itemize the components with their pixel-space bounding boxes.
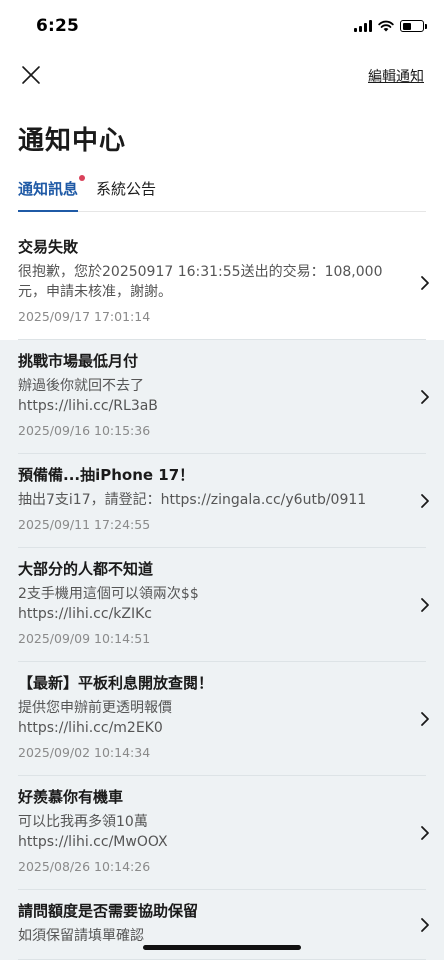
notification-body: 提供您申辦前更透明報價 https://lihi.cc/m2EK0 <box>18 700 172 736</box>
chevron-right-icon <box>420 711 430 727</box>
notification-time: 2025/09/16 10:15:36 <box>18 423 151 438</box>
notification-item[interactable]: 交易失敗很抱歉，您於20250917 16:31:55送出的交易：108,000… <box>0 226 444 340</box>
notification-item[interactable]: 挑戰市場最低月付辦過後你就回不去了 https://lihi.cc/RL3aB 2… <box>0 340 444 454</box>
notification-body: 可以比我再多領10萬 https://lihi.cc/MwOOX <box>18 814 168 850</box>
notification-time: 2025/09/17 17:01:14 <box>18 309 151 324</box>
notification-time: 2025/09/09 10:14:51 <box>18 631 151 646</box>
tab-label: 系統公告 <box>96 180 157 198</box>
home-indicator <box>143 945 301 950</box>
tab-bar: 通知訊息 系統公告 <box>18 172 426 212</box>
tab-announcements[interactable]: 系統公告 <box>96 172 156 211</box>
unread-dot <box>79 175 86 181</box>
notification-body: 2支手機用這個可以領兩次$$ https://lihi.cc/kZIKc <box>18 586 199 622</box>
notification-body: 抽出7支i17，請登記：https://zingala.cc/y6utb/091… <box>18 492 367 508</box>
notification-item[interactable]: 好羨慕你有機車可以比我再多領10萬 https://lihi.cc/MwOOX 2… <box>0 776 444 890</box>
notification-title: 大部分的人都不知道 <box>18 560 154 578</box>
tab-label: 通知訊息 <box>18 180 79 198</box>
notification-body: 辦過後你就回不去了 https://lihi.cc/RL3aB <box>18 378 158 414</box>
top-bar: 編輯通知 <box>0 56 444 96</box>
notification-title: 請問額度是否需要協助保留 <box>18 902 199 920</box>
chevron-right-icon <box>420 493 430 509</box>
notification-time: 2025/09/11 17:24:55 <box>18 517 151 532</box>
chevron-right-icon <box>420 825 430 841</box>
notification-body: 如須保留請填單確認 <box>18 928 144 944</box>
wifi-icon <box>378 20 394 32</box>
notification-body: 很抱歉，您於20250917 16:31:55送出的交易：108,000元，申請… <box>18 264 383 300</box>
chevron-right-icon <box>420 597 430 613</box>
status-bar: 6:25 <box>0 0 444 52</box>
notification-title: 交易失敗 <box>18 238 79 256</box>
chevron-right-icon <box>420 275 430 291</box>
notification-time: 2025/09/02 10:14:34 <box>18 745 151 760</box>
edit-notifications-link[interactable]: 編輯通知 <box>368 66 424 86</box>
cellular-signal-icon <box>354 20 372 32</box>
notification-title: 【最新】平板利息開放查閱！ <box>18 674 214 692</box>
page-title: 通知中心 <box>18 126 127 156</box>
notification-title: 預備備...抽iPhone 17！ <box>18 466 195 484</box>
notification-time: 2025/08/26 10:14:26 <box>18 859 151 874</box>
notification-item[interactable]: 預備備...抽iPhone 17！ 抽出7支i17，請登記：https://zin… <box>0 454 444 548</box>
status-time: 6:25 <box>36 16 80 36</box>
notification-list: 交易失敗很抱歉，您於20250917 16:31:55送出的交易：108,000… <box>0 226 444 960</box>
notification-item[interactable]: 【最新】平板利息開放查閱！ 提供您申辦前更透明報價 https://lihi.cc… <box>0 662 444 776</box>
tab-notifications[interactable]: 通知訊息 <box>18 172 86 212</box>
notification-title: 挑戰市場最低月付 <box>18 352 139 370</box>
notification-title: 好羨慕你有機車 <box>18 788 124 806</box>
close-icon <box>22 66 40 84</box>
status-icons <box>354 20 427 32</box>
notification-item[interactable]: 大部分的人都不知道 2支手機用這個可以領兩次$$ https://lihi.cc/… <box>0 548 444 662</box>
chevron-right-icon <box>420 917 430 933</box>
chevron-right-icon <box>420 389 430 405</box>
close-button[interactable] <box>20 64 44 88</box>
battery-icon <box>400 20 427 32</box>
